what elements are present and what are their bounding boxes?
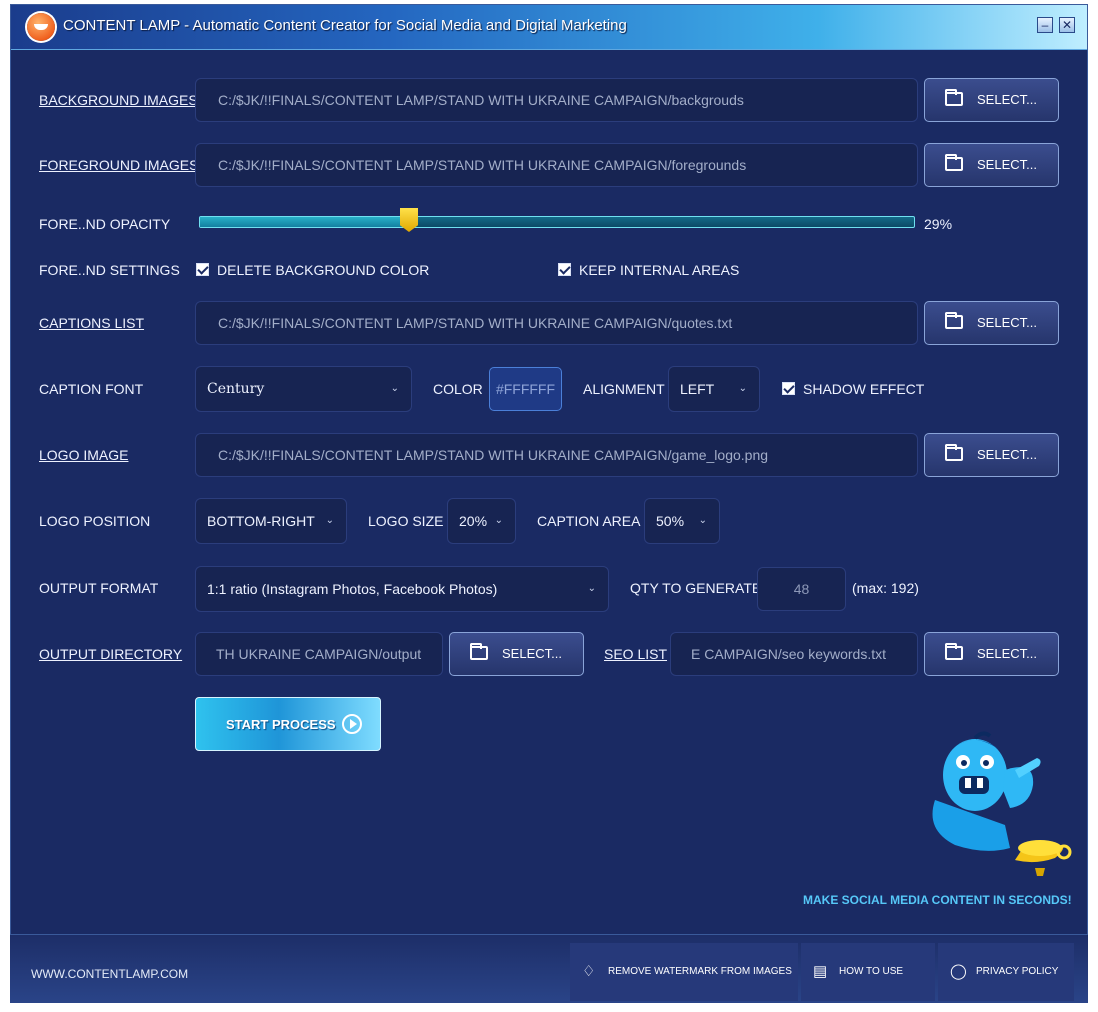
logo-size-label: LOGO SIZE <box>368 513 444 529</box>
alignment-label: ALIGNMENT <box>583 381 665 397</box>
background-images-select-button[interactable]: SELECT... <box>924 78 1059 122</box>
select-button-label: SELECT... <box>977 447 1037 462</box>
foreground-images-select-button[interactable]: SELECT... <box>924 143 1059 187</box>
foreground-images-link[interactable]: FOREGROUND IMAGES <box>39 157 198 173</box>
logo-size-value: 20% <box>459 513 488 529</box>
shield-check-icon: ◯ <box>950 963 967 980</box>
delete-background-color-checkbox[interactable] <box>196 263 209 276</box>
start-process-label: START PROCESS <box>226 717 336 732</box>
caption-font-label: CAPTION FONT <box>39 381 144 397</box>
chevron-down-icon: ⌄ <box>738 383 747 394</box>
captions-list-select-button[interactable]: SELECT... <box>924 301 1059 345</box>
captions-list-path-field[interactable]: C:/$JK/!!FINALS/CONTENT LAMP/STAND WITH … <box>195 301 918 345</box>
folder-icon <box>470 643 488 660</box>
alignment-dropdown[interactable]: LEFT ⌄ <box>668 366 760 412</box>
output-directory-path-field[interactable]: TH UKRAINE CAMPAIGN/output <box>195 632 443 676</box>
logo-image-select-button[interactable]: SELECT... <box>924 433 1059 477</box>
folder-icon <box>945 312 963 329</box>
keep-internal-areas-label: KEEP INTERNAL AREAS <box>579 262 740 278</box>
chevron-down-icon: ⌄ <box>698 515 707 526</box>
close-button[interactable]: ✕ <box>1059 17 1075 33</box>
logo-position-value: BOTTOM-RIGHT <box>207 513 315 529</box>
play-icon <box>342 714 362 734</box>
opacity-slider-track[interactable] <box>199 216 915 228</box>
logo-image-link[interactable]: LOGO IMAGE <box>39 447 128 463</box>
captions-list-link[interactable]: CAPTIONS LIST <box>39 315 144 331</box>
folder-icon <box>945 154 963 171</box>
foreground-images-path-field[interactable]: C:/$JK/!!FINALS/CONTENT LAMP/STAND WITH … <box>195 143 918 187</box>
logo-position-label: LOGO POSITION <box>39 513 151 529</box>
folder-icon <box>945 444 963 461</box>
website-link[interactable]: WWW.CONTENTLAMP.COM <box>31 967 188 981</box>
opacity-value: 29% <box>924 216 953 232</box>
select-button-label: SELECT... <box>977 646 1037 661</box>
chevron-down-icon: ⌄ <box>587 583 596 594</box>
caption-area-dropdown[interactable]: 50% ⌄ <box>644 498 720 544</box>
output-format-label: OUTPUT FORMAT <box>39 580 159 596</box>
folder-icon <box>945 643 963 660</box>
caption-area-value: 50% <box>656 513 685 529</box>
eraser-icon: ♢ <box>582 963 596 980</box>
keep-internal-areas-checkbox[interactable] <box>558 263 571 276</box>
title-bar[interactable]: CONTENT LAMP - Automatic Content Creator… <box>11 5 1087 50</box>
chevron-down-icon: ⌄ <box>325 515 334 526</box>
window-title: CONTENT LAMP - Automatic Content Creator… <box>63 17 627 34</box>
output-directory-select-button[interactable]: SELECT... <box>449 632 584 676</box>
select-button-label: SELECT... <box>977 157 1037 172</box>
caption-area-label: CAPTION AREA <box>537 513 641 529</box>
logo-image-path-field[interactable]: C:/$JK/!!FINALS/CONTENT LAMP/STAND WITH … <box>195 433 918 477</box>
privacy-policy-button[interactable]: ◯ PRIVACY POLICY <box>938 943 1074 1001</box>
logo-size-dropdown[interactable]: 20% ⌄ <box>447 498 516 544</box>
how-to-use-label: HOW TO USE <box>839 966 904 977</box>
remove-watermark-button[interactable]: ♢ REMOVE WATERMARK FROM IMAGES <box>570 943 798 1001</box>
select-button-label: SELECT... <box>977 315 1037 330</box>
chevron-down-icon: ⌄ <box>494 515 503 526</box>
select-button-label: SELECT... <box>502 646 562 661</box>
tagline: MAKE SOCIAL MEDIA CONTENT IN SECONDS! <box>803 893 1072 907</box>
chevron-down-icon: ⌄ <box>390 383 399 394</box>
foreground-opacity-label: FORE..ND OPACITY <box>39 216 171 232</box>
seo-list-select-button[interactable]: SELECT... <box>924 632 1059 676</box>
book-icon: ▤ <box>813 963 828 980</box>
alignment-value: LEFT <box>680 381 715 397</box>
shadow-effect-checkbox[interactable] <box>782 382 795 395</box>
logo-position-dropdown[interactable]: BOTTOM-RIGHT ⌄ <box>195 498 347 544</box>
opacity-slider-fill <box>200 217 408 227</box>
foreground-settings-label: FORE..ND SETTINGS <box>39 262 180 278</box>
remove-watermark-label: REMOVE WATERMARK FROM IMAGES <box>608 966 792 977</box>
qty-to-generate-input[interactable]: 48 <box>757 567 846 611</box>
color-label: COLOR <box>433 381 483 397</box>
seo-list-link[interactable]: SEO LIST <box>604 646 667 662</box>
privacy-policy-label: PRIVACY POLICY <box>976 966 1059 977</box>
shadow-effect-label: SHADOW EFFECT <box>803 381 925 397</box>
start-process-button[interactable]: START PROCESS <box>195 697 381 751</box>
qty-max-label: (max: 192) <box>852 580 919 596</box>
qty-to-generate-label: QTY TO GENERATE <box>630 580 762 596</box>
select-button-label: SELECT... <box>977 92 1037 107</box>
folder-icon <box>945 89 963 106</box>
caption-font-dropdown[interactable]: Century ⌄ <box>195 366 412 412</box>
output-directory-link[interactable]: OUTPUT DIRECTORY <box>39 646 182 662</box>
genie-mascot-illustration <box>932 731 1072 876</box>
minimize-button[interactable]: – <box>1037 17 1053 33</box>
delete-background-color-label: DELETE BACKGROUND COLOR <box>217 262 430 278</box>
seo-list-path-field[interactable]: E CAMPAIGN/seo keywords.txt <box>670 632 918 676</box>
caption-color-field[interactable]: #FFFFFF <box>489 367 562 411</box>
how-to-use-button[interactable]: ▤ HOW TO USE <box>801 943 935 1001</box>
background-images-link[interactable]: BACKGROUND IMAGES <box>39 92 198 108</box>
output-format-dropdown[interactable]: 1:1 ratio (Instagram Photos, Facebook Ph… <box>195 566 609 612</box>
footer-bar: WWW.CONTENTLAMP.COM ♢ REMOVE WATERMARK F… <box>10 934 1088 1003</box>
lamp-logo-icon <box>27 13 55 41</box>
output-format-value: 1:1 ratio (Instagram Photos, Facebook Ph… <box>207 581 498 597</box>
background-images-path-field[interactable]: C:/$JK/!!FINALS/CONTENT LAMP/STAND WITH … <box>195 78 918 122</box>
caption-font-value: Century <box>207 381 265 397</box>
